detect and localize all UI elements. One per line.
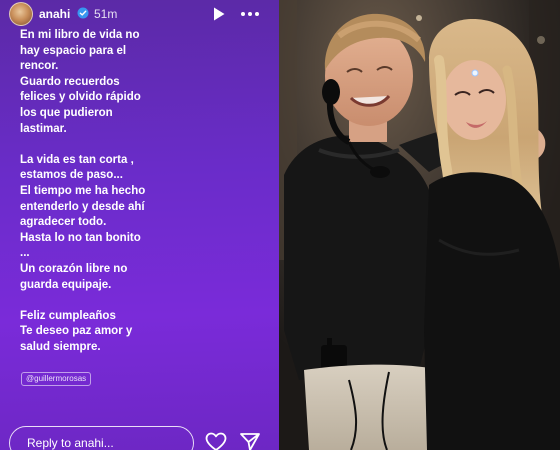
avatar[interactable] xyxy=(9,2,33,26)
story-text-line: Un corazón libre no xyxy=(20,262,128,275)
story-text-line: Hasta lo no tan bonito xyxy=(20,231,141,244)
story-username[interactable]: anahi xyxy=(39,7,70,21)
story-text-line: salud siempre. xyxy=(20,340,101,353)
story-text-line: entenderlo y desde ahí xyxy=(20,200,145,213)
story-text-line: guarda equipaje. xyxy=(20,278,112,291)
story-text-line: hay espacio para el xyxy=(20,44,127,57)
story-text-line: lastimar. xyxy=(20,122,67,135)
story-text-line: rencor. xyxy=(20,60,59,73)
play-icon[interactable] xyxy=(212,6,226,22)
story-text-line: ... xyxy=(20,247,30,260)
more-horizontal-icon[interactable] xyxy=(240,6,260,22)
story-text-line: felices y olvido rápido xyxy=(20,91,141,104)
photo-illustration xyxy=(279,0,560,450)
story-text-line: estamos de paso... xyxy=(20,169,123,182)
story-text-line xyxy=(20,293,260,309)
story-time: 51m xyxy=(94,7,118,21)
story-text-line: Feliz cumpleaños xyxy=(20,309,116,322)
story-text-line xyxy=(20,137,260,153)
heart-icon[interactable] xyxy=(205,432,227,450)
story-text-line: El tiempo me ha hecho xyxy=(20,184,146,197)
story-text-line: agradecer todo. xyxy=(20,216,107,229)
send-icon[interactable] xyxy=(239,432,261,450)
story-header: anahi 51m xyxy=(0,0,279,28)
mention-tag[interactable]: @guillermorosas xyxy=(21,372,92,386)
story-text-line: Te deseo paz amor y xyxy=(20,325,133,338)
story-text-line: En mi libro de vida no xyxy=(20,29,140,41)
story-text-line: La vida es tan corta , xyxy=(20,153,134,166)
verified-badge-icon xyxy=(77,7,89,19)
story-text-line: los que pudieron xyxy=(20,106,113,119)
story-text: En mi libro de vida no hay espacio para … xyxy=(20,28,260,355)
story-panel[interactable]: anahi 51m En mi libro de vida no hay esp… xyxy=(0,0,279,450)
story-photo xyxy=(279,0,560,450)
story-text-line: Guardo recuerdos xyxy=(20,75,120,88)
reply-placeholder: Reply to anahi... xyxy=(27,436,114,450)
reply-input[interactable]: Reply to anahi... xyxy=(9,426,194,450)
